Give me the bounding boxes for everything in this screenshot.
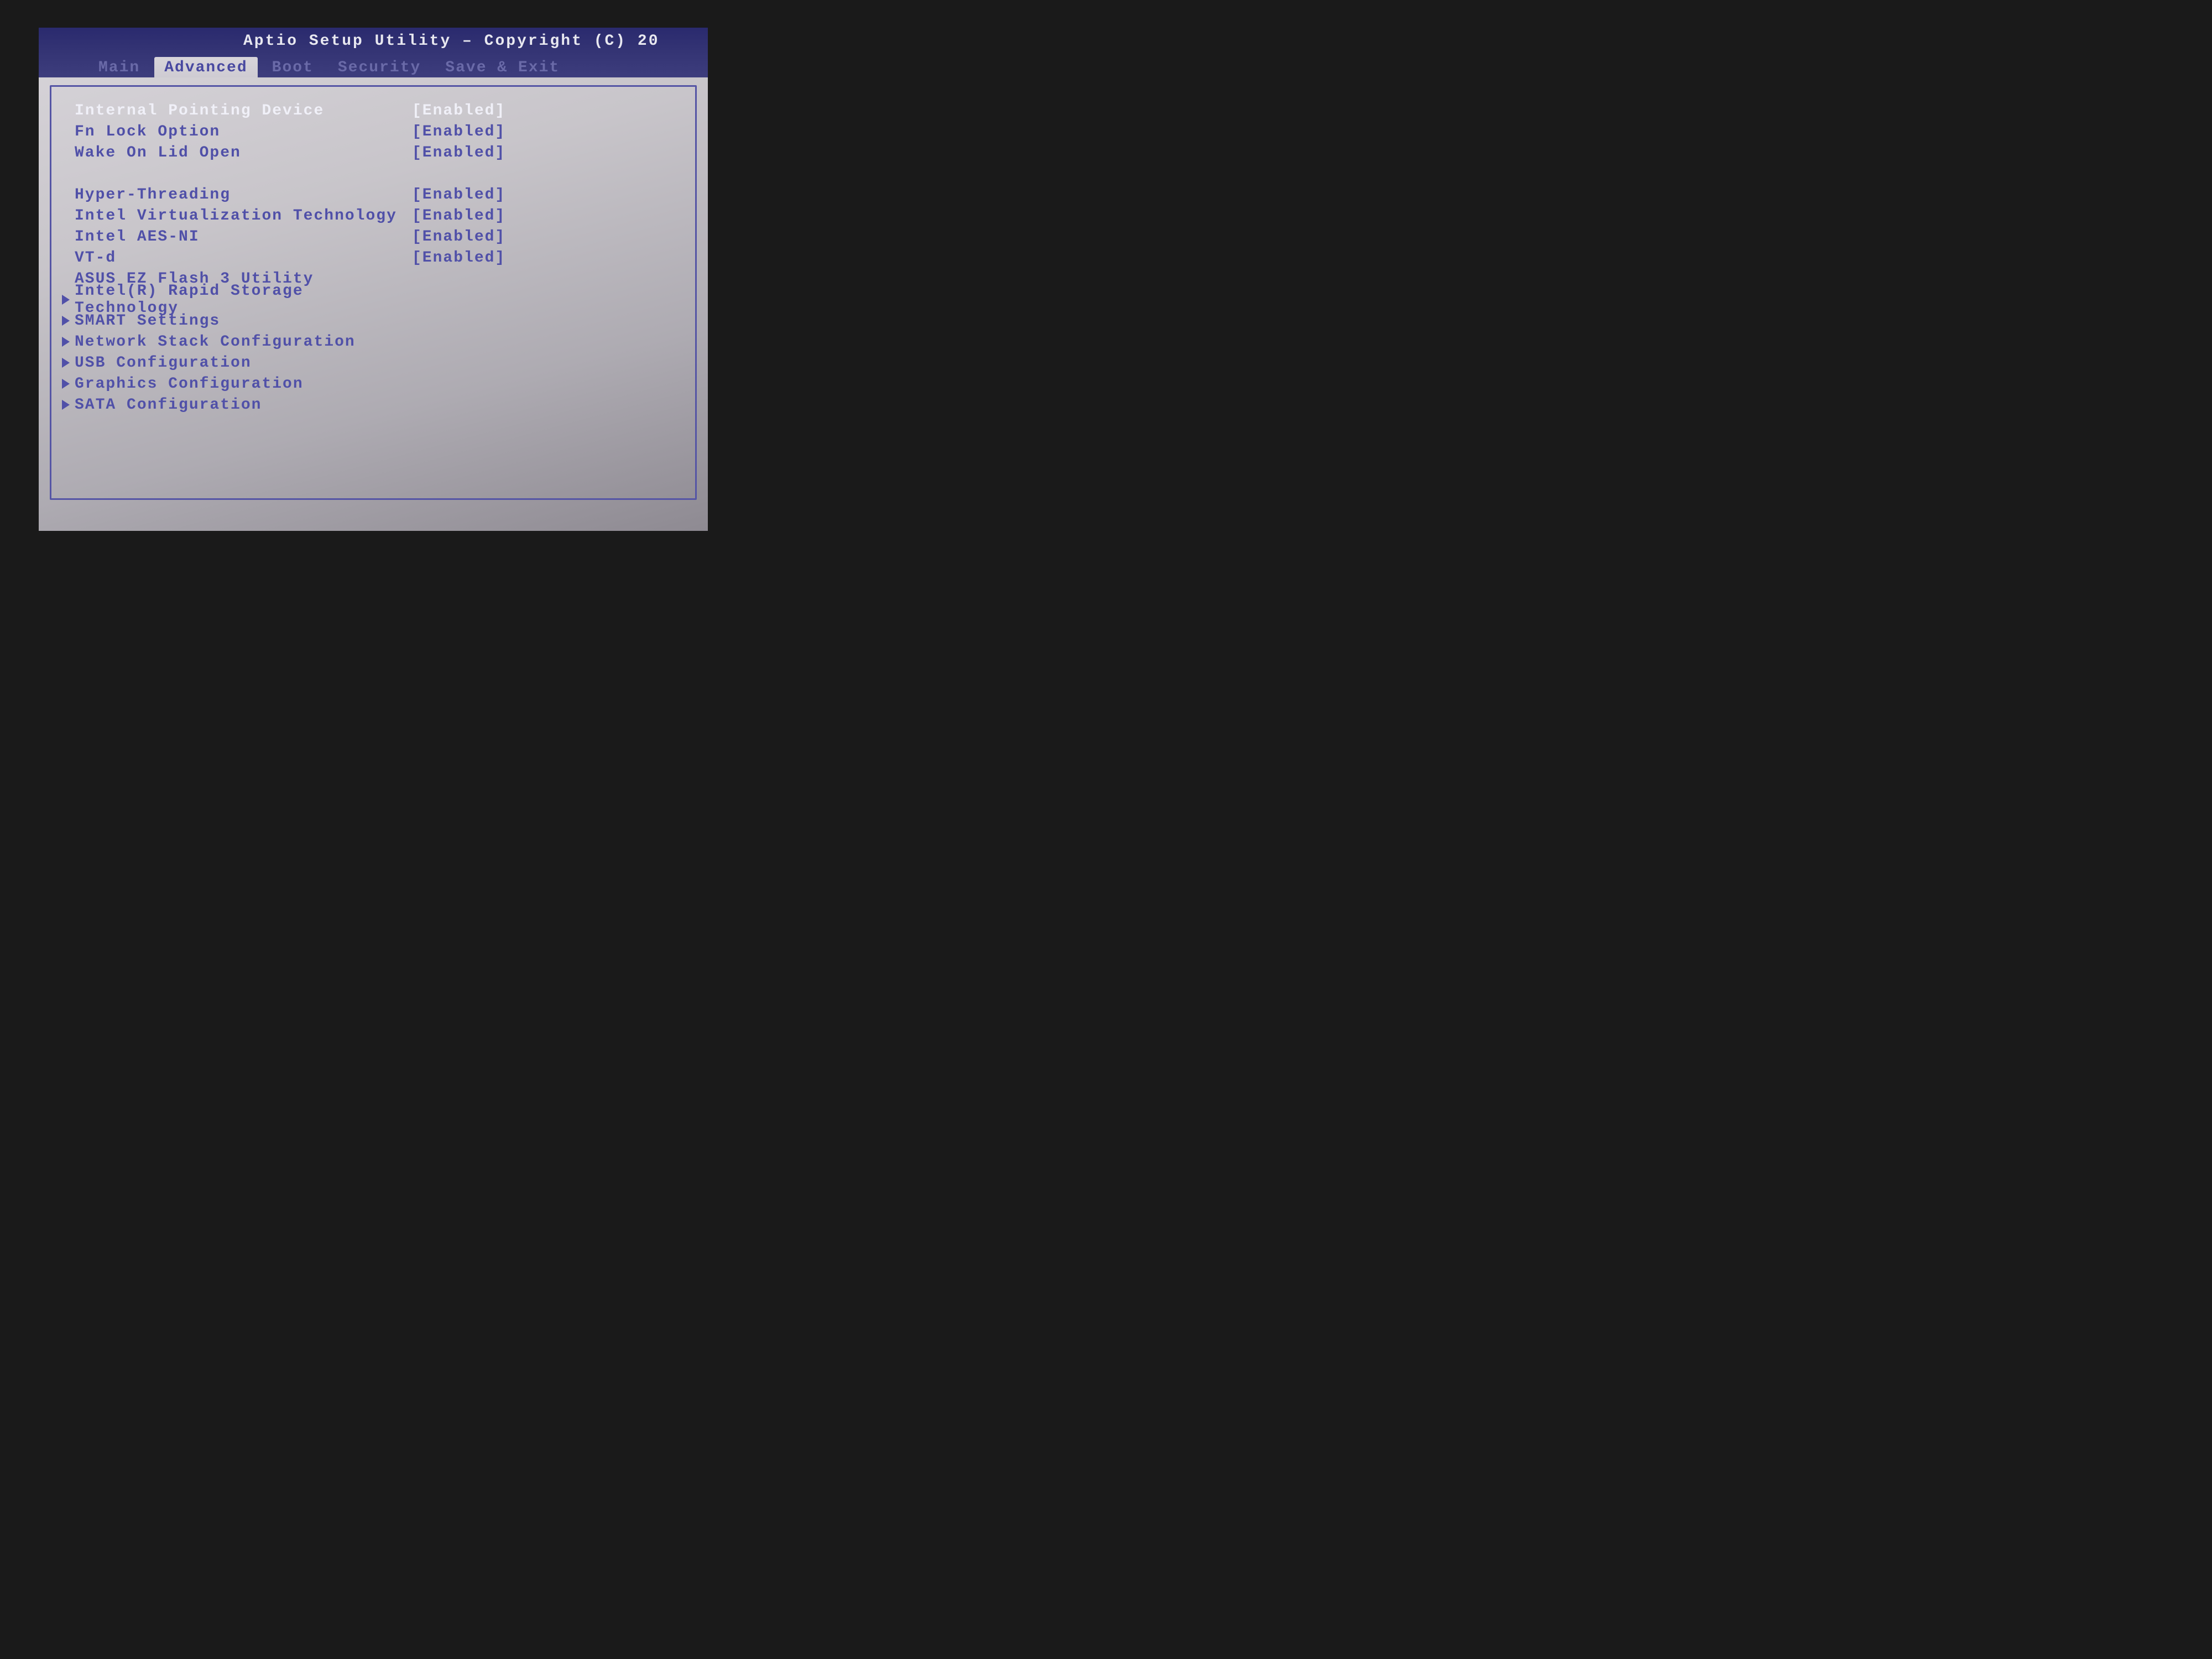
tab-save-exit[interactable]: Save & Exit: [435, 57, 570, 77]
option-label: Intel AES-NI: [75, 228, 412, 246]
option-value: [Enabled]: [412, 186, 523, 204]
option-label: Wake On Lid Open: [75, 144, 412, 161]
option-hyper-threading[interactable]: Hyper-Threading [Enabled]: [57, 184, 679, 205]
submenu-arrow-icon: [57, 400, 75, 410]
option-intel-virtualization-technology[interactable]: Intel Virtualization Technology [Enabled…: [57, 205, 679, 226]
option-label: VT-d: [75, 249, 412, 267]
content-area: Internal Pointing Device [Enabled] Fn Lo…: [50, 85, 697, 500]
submenu-arrow-icon: [57, 379, 75, 389]
option-network-stack-configuration[interactable]: Network Stack Configuration: [57, 331, 679, 352]
option-value: [Enabled]: [412, 144, 523, 161]
option-intel-rapid-storage-technology[interactable]: Intel(R) Rapid Storage Technology: [57, 289, 679, 310]
option-fn-lock-option[interactable]: Fn Lock Option [Enabled]: [57, 121, 679, 142]
tab-boot[interactable]: Boot: [262, 57, 324, 77]
tab-security[interactable]: Security: [328, 57, 431, 77]
option-graphics-configuration[interactable]: Graphics Configuration: [57, 373, 679, 394]
option-label: SATA Configuration: [75, 397, 412, 414]
bios-screen: Aptio Setup Utility – Copyright (C) 20 M…: [39, 28, 708, 531]
option-label: Network Stack Configuration: [75, 333, 412, 351]
option-label: Hyper-Threading: [75, 186, 412, 204]
tab-bar: Main Advanced Boot Security Save & Exit: [39, 54, 708, 77]
option-value: [Enabled]: [412, 207, 523, 225]
option-value: [Enabled]: [412, 249, 523, 267]
option-internal-pointing-device[interactable]: Internal Pointing Device [Enabled]: [57, 100, 679, 121]
spacer: [57, 163, 679, 184]
option-sata-configuration[interactable]: SATA Configuration: [57, 394, 679, 415]
submenu-arrow-icon: [57, 337, 75, 347]
option-label: Internal Pointing Device: [75, 102, 412, 119]
option-wake-on-lid-open[interactable]: Wake On Lid Open [Enabled]: [57, 142, 679, 163]
option-label: Graphics Configuration: [75, 375, 412, 393]
option-label: USB Configuration: [75, 354, 412, 372]
submenu-arrow-icon: [57, 295, 75, 305]
header-title: Aptio Setup Utility – Copyright (C) 20: [243, 33, 660, 50]
option-value: [Enabled]: [412, 228, 523, 246]
header-bar: Aptio Setup Utility – Copyright (C) 20: [39, 28, 708, 54]
option-value: [Enabled]: [412, 123, 523, 140]
submenu-arrow-icon: [57, 316, 75, 326]
option-usb-configuration[interactable]: USB Configuration: [57, 352, 679, 373]
option-smart-settings[interactable]: SMART Settings: [57, 310, 679, 331]
submenu-arrow-icon: [57, 358, 75, 368]
option-label: Fn Lock Option: [75, 123, 412, 140]
option-intel-aes-ni[interactable]: Intel AES-NI [Enabled]: [57, 226, 679, 247]
option-label: SMART Settings: [75, 312, 412, 330]
option-label: Intel Virtualization Technology: [75, 207, 412, 225]
tab-advanced[interactable]: Advanced: [154, 57, 257, 77]
option-value: [Enabled]: [412, 102, 523, 119]
option-vt-d[interactable]: VT-d [Enabled]: [57, 247, 679, 268]
tab-main[interactable]: Main: [88, 57, 150, 77]
